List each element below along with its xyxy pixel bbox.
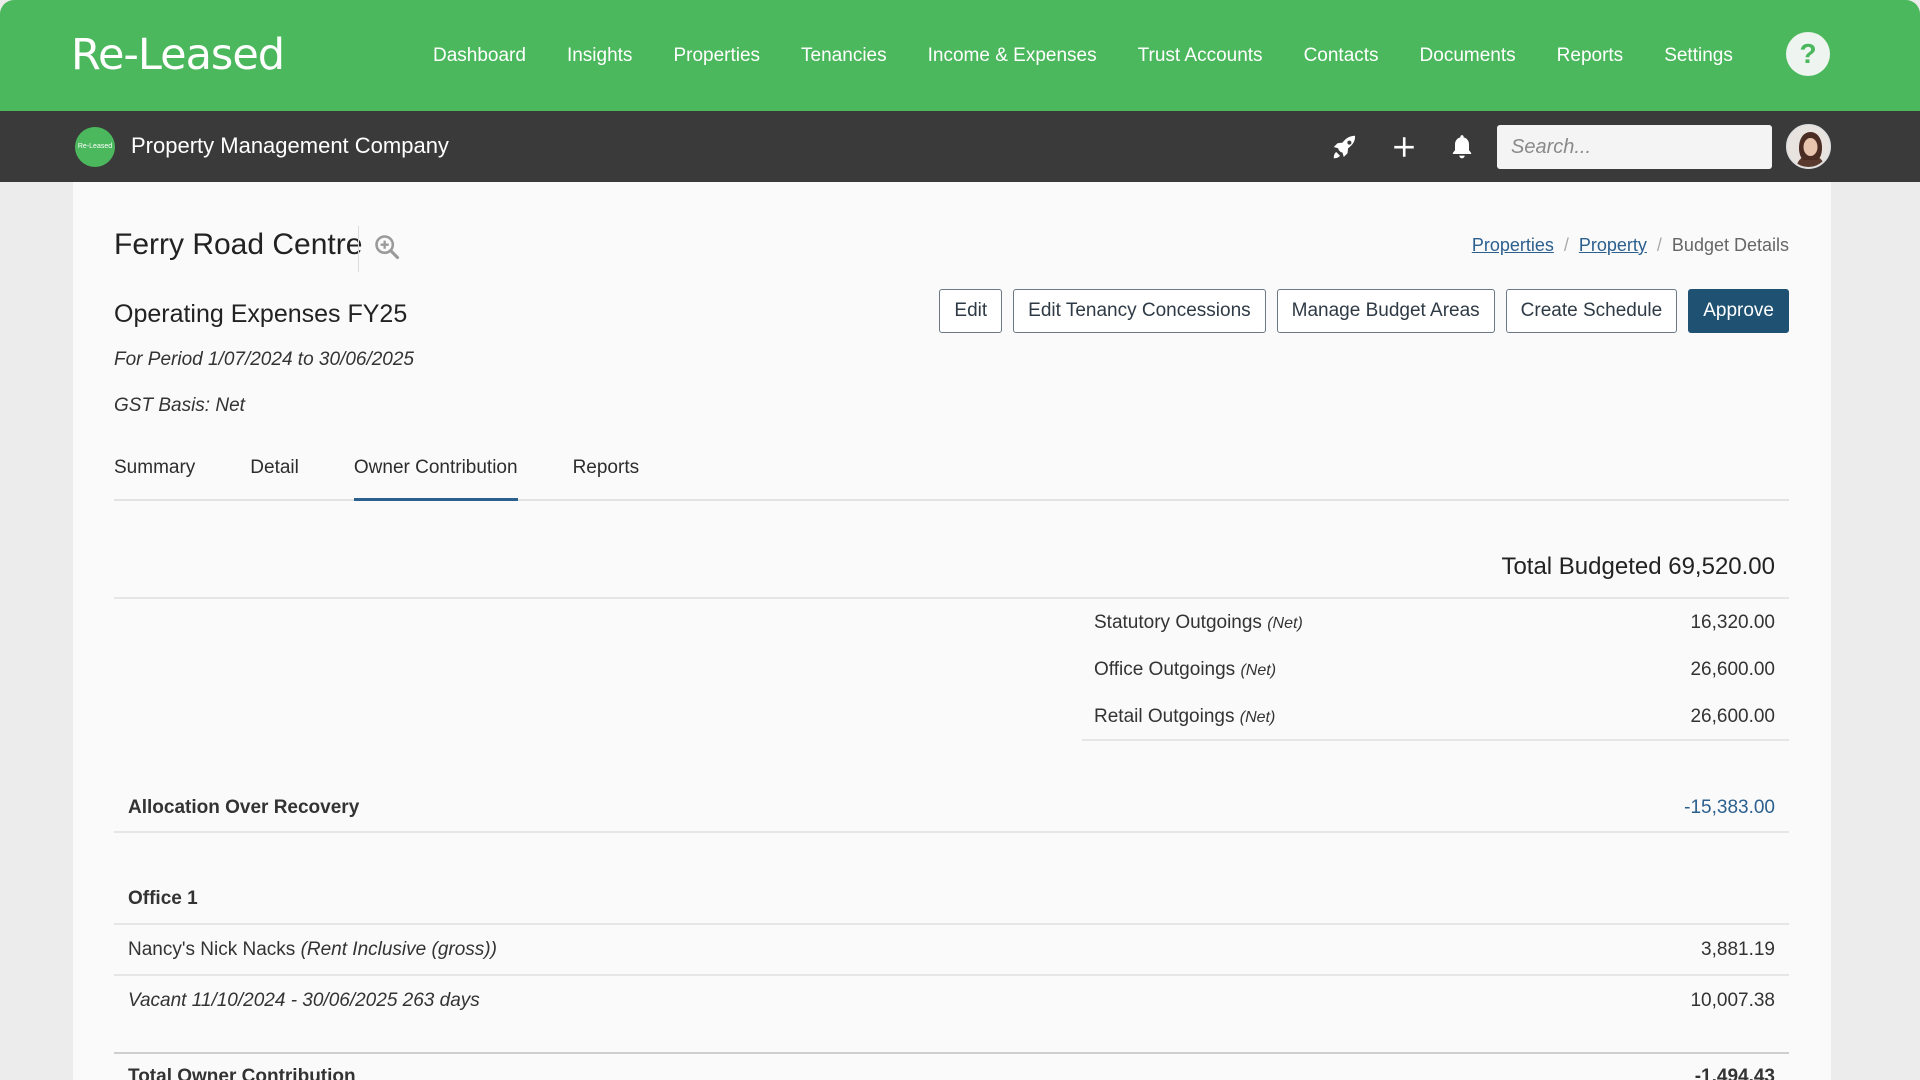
nav-tenancies[interactable]: Tenancies [801,45,887,67]
nav-trust-accounts[interactable]: Trust Accounts [1138,45,1263,67]
budget-period: For Period 1/07/2024 to 30/06/2025 [114,349,415,370]
divider [114,831,1789,833]
area-basis: (Net) [1239,709,1276,726]
area-basis: (Net) [1267,615,1303,632]
rocket-icon[interactable] [1329,131,1361,163]
company-name[interactable]: Property Management Company [131,133,449,159]
budget-area-row: Retail Outgoings (Net) 26,600.00 [1094,706,1775,728]
breadcrumb-current: Budget Details [1671,235,1789,255]
edit-tenancy-concessions-button[interactable]: Edit Tenancy Concessions [1013,289,1266,333]
main-nav: Dashboard Insights Properties Tenancies … [433,0,1774,111]
nav-settings[interactable]: Settings [1664,45,1733,67]
budget-title: Operating Expenses FY25 [114,300,408,328]
breadcrumb-properties[interactable]: Properties [1472,235,1554,256]
breadcrumb-separator: / [1563,235,1569,255]
nav-contacts[interactable]: Contacts [1304,45,1379,67]
app-logo[interactable]: Re-Leased [71,30,285,80]
nav-insights[interactable]: Insights [567,45,632,67]
breadcrumb-property[interactable]: Property [1579,235,1647,256]
approve-button[interactable]: Approve [1688,289,1789,333]
total-owner-contribution-amount: -1,494.43 [1694,1066,1775,1080]
divider [114,1052,1789,1054]
total-budgeted: Total Budgeted 69,520.00 [1501,553,1775,580]
bell-icon[interactable] [1446,131,1478,163]
area-amount: 26,600.00 [1690,706,1775,727]
divider [114,923,1789,925]
tab-detail[interactable]: Detail [250,445,299,501]
divider [114,974,1789,976]
area-basis: (Net) [1240,662,1277,679]
page-title: Ferry Road Centre [114,228,363,261]
tab-owner-contribution[interactable]: Owner Contribution [353,445,518,501]
tenant-name: Nancy's Nick Nacks [128,939,296,960]
vacancy-period: Vacant 11/10/2024 - 30/06/2025 263 days [128,990,480,1011]
divider [1082,739,1789,741]
gst-basis: GST Basis: Net [114,395,245,416]
top-nav-bar: Re-Leased Dashboard Insights Properties … [0,0,1920,111]
area-name: Office Outgoings [1094,659,1236,680]
table-row: Nancy's Nick Nacks (Rent Inclusive (gros… [128,939,1775,961]
zoom-in-icon[interactable] [373,233,401,261]
area-name: Statutory Outgoings [1094,612,1262,633]
company-logo: Re-Leased [75,127,115,167]
budget-area-row: Office Outgoings (Net) 26,600.00 [1094,659,1775,681]
tenant-note: (Rent Inclusive (gross)) [300,939,497,960]
nav-income-expenses[interactable]: Income & Expenses [928,45,1097,67]
tab-summary[interactable]: Summary [114,445,195,501]
area-amount: 26,600.00 [1690,659,1775,680]
nav-documents[interactable]: Documents [1420,45,1516,67]
area-name: Retail Outgoings [1094,706,1235,727]
create-schedule-button[interactable]: Create Schedule [1505,289,1678,333]
area-amount: 16,320.00 [1690,612,1775,633]
budget-tabs: Summary Detail Owner Contribution Report… [114,445,1789,501]
row-amount: 3,881.19 [1701,939,1775,960]
allocation-amount[interactable]: -15,383.00 [1684,797,1775,819]
allocation-label: Allocation Over Recovery [128,797,360,818]
title-divider [358,226,359,272]
help-icon[interactable]: ? [1786,32,1830,76]
office-label: Office 1 [128,888,198,909]
avatar[interactable] [1786,124,1831,169]
nav-properties[interactable]: Properties [673,45,760,67]
search-input[interactable] [1497,125,1772,169]
total-owner-contribution-label: Total Owner Contribution [128,1066,356,1080]
breadcrumb: Properties / Property / Budget Details [1472,235,1789,256]
nav-dashboard[interactable]: Dashboard [433,45,526,67]
budget-area-row: Statutory Outgoings (Net) 16,320.00 [1094,612,1775,634]
plus-icon[interactable] [1388,131,1420,163]
edit-button[interactable]: Edit [939,289,1003,333]
manage-budget-areas-button[interactable]: Manage Budget Areas [1276,289,1495,333]
divider [114,597,1789,599]
table-row: Vacant 11/10/2024 - 30/06/2025 263 days … [128,990,1775,1012]
row-amount: 10,007.38 [1690,990,1775,1011]
tab-reports[interactable]: Reports [573,445,640,501]
nav-reports[interactable]: Reports [1557,45,1624,67]
action-toolbar: Edit Edit Tenancy Concessions Manage Bud… [939,289,1789,333]
breadcrumb-separator: / [1656,235,1662,255]
